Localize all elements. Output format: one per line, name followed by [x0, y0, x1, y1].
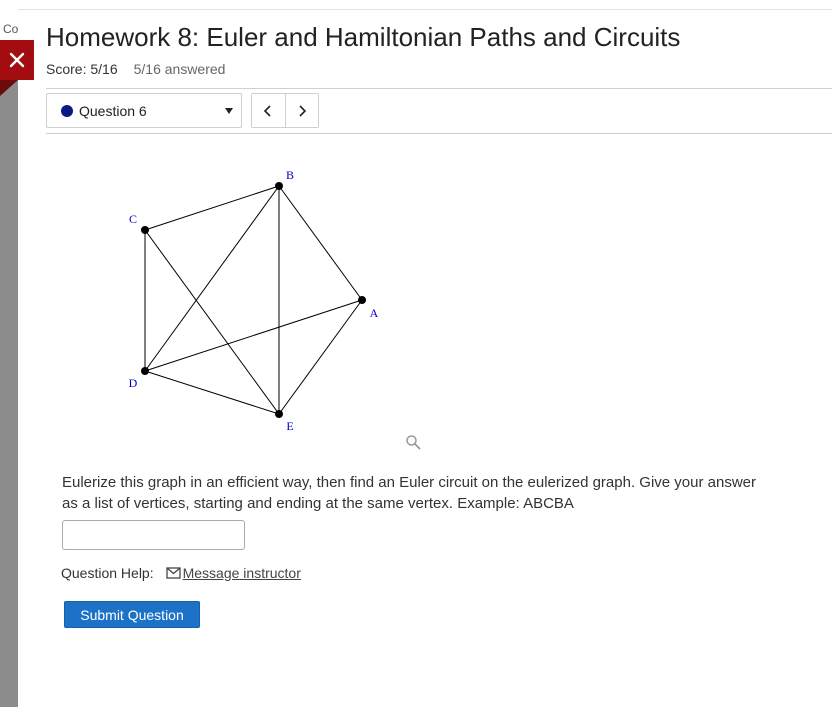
- graph-edge-bd: [144, 185, 280, 372]
- next-question-button[interactable]: [284, 94, 318, 127]
- close-button[interactable]: [0, 40, 34, 80]
- question-help-label: Question Help:: [61, 565, 154, 581]
- graph-figure: A B C D E: [129, 168, 379, 433]
- question-divider: [46, 133, 832, 134]
- graph-vertex-e: [275, 410, 283, 418]
- graph-edge-ae: [278, 299, 363, 415]
- graph-vertex-c: [141, 226, 149, 234]
- graph-vertex-label-b: B: [286, 168, 294, 182]
- chevron-right-icon: [299, 104, 306, 117]
- question-text: Eulerize this graph in an efficient way,…: [62, 474, 756, 512]
- graph-edges: [144, 185, 363, 415]
- question-help: Question Help: Message instructor: [61, 565, 301, 581]
- graph-vertex-b: [275, 182, 283, 190]
- score-line: Score: 5/16 5/16 answered: [46, 61, 225, 77]
- graph-vertex-label-a: A: [370, 306, 379, 320]
- graph-edge-cb: [144, 185, 280, 231]
- graph-labels: A B C D E: [129, 168, 379, 433]
- page-title: Homework 8: Euler and Hamiltonian Paths …: [46, 22, 681, 52]
- question-navigation: [251, 93, 319, 128]
- background-page-text: Co: [3, 22, 18, 36]
- graph-edge-da: [144, 299, 363, 372]
- previous-question-button[interactable]: [252, 94, 285, 127]
- header-divider: [46, 88, 832, 89]
- caret-down-icon: [225, 108, 233, 114]
- graph-edge-de: [144, 370, 280, 415]
- top-divider: [18, 9, 832, 10]
- question-dropdown-label: Question 6: [79, 102, 147, 119]
- message-instructor-text: Message instructor: [182, 565, 301, 581]
- message-instructor-link[interactable]: Message instructor: [165, 565, 301, 581]
- graph-vertices: [141, 182, 366, 418]
- close-icon: [9, 52, 25, 68]
- close-button-tail: [0, 80, 18, 96]
- question-dropdown[interactable]: Question 6: [46, 93, 242, 128]
- graph-edge-ba: [278, 185, 363, 301]
- score-text: Score: 5/16: [46, 61, 118, 77]
- magnifier-icon[interactable]: [405, 434, 421, 450]
- graph-vertex-label-d: D: [129, 376, 138, 390]
- mail-icon: [165, 567, 181, 579]
- graph-vertex-label-c: C: [129, 212, 137, 226]
- chevron-left-icon: [264, 104, 271, 117]
- graph-vertex-label-e: E: [286, 419, 293, 433]
- answer-input[interactable]: [62, 520, 245, 550]
- graph-edge-ce: [144, 229, 280, 415]
- answered-count: 5/16 answered: [133, 61, 226, 77]
- graph-vertex-d: [141, 367, 149, 375]
- question-status-dot: [61, 104, 73, 117]
- submit-question-button[interactable]: Submit Question: [64, 601, 200, 628]
- graph-vertex-a: [358, 296, 366, 304]
- background-page: [0, 0, 18, 707]
